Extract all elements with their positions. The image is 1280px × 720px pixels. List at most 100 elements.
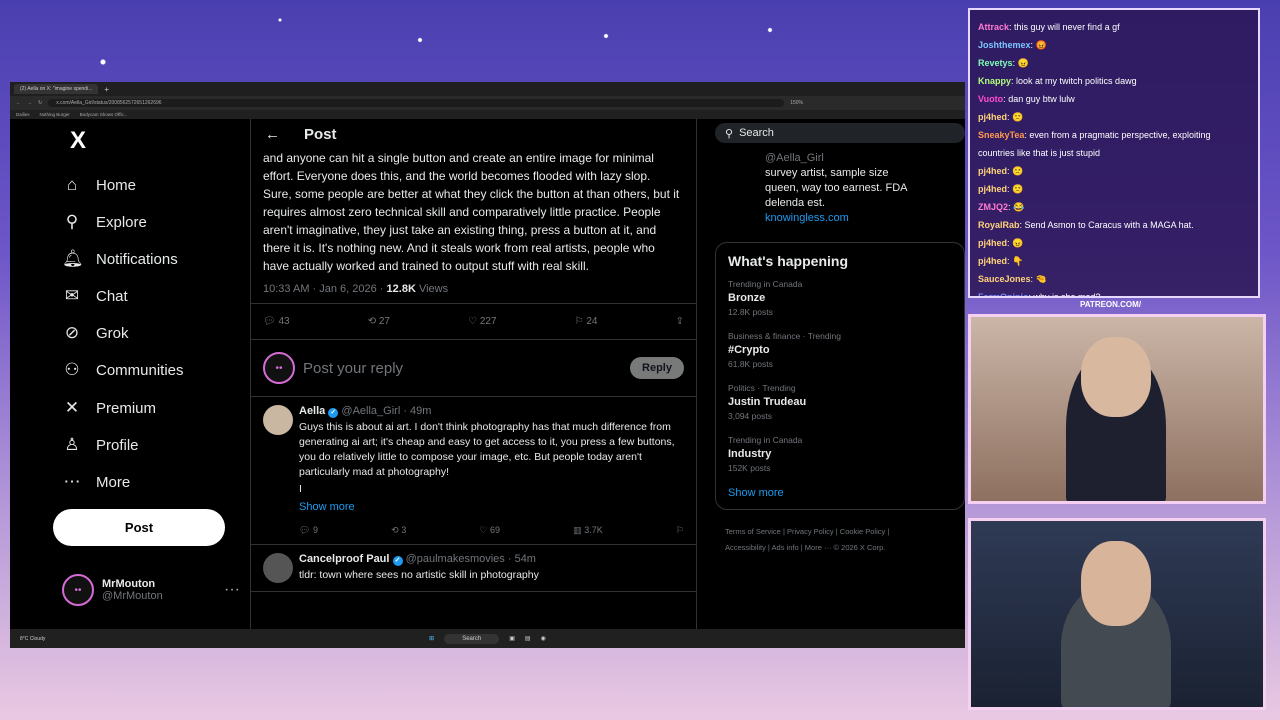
nav-item-premium[interactable]: ✕ Premium (62, 398, 156, 418)
reply-action[interactable]: 💬︎ 9 (299, 525, 318, 536)
nav-item-notifications[interactable]: 🔔︎ Notifications (62, 249, 178, 269)
footer-link[interactable]: Terms of Service (725, 527, 781, 536)
x-logo[interactable]: X (70, 127, 86, 155)
chat-username[interactable]: Revetys (978, 58, 1013, 68)
show-more-link[interactable]: Show more (299, 501, 684, 513)
post-button[interactable]: Post (53, 509, 225, 546)
footer-link[interactable]: Accessibility (725, 543, 766, 552)
chat-username[interactable]: SneakyTea (978, 130, 1024, 140)
trend-item[interactable]: Business & finance · Trending #Crypto 61.8… (728, 331, 952, 369)
chat-username[interactable]: Joshthemex (978, 40, 1031, 50)
post-paragraph: Sure, some people are better at what the… (263, 187, 680, 273)
views-label: Views (415, 283, 449, 295)
footer-link[interactable]: Cookie Policy (840, 527, 885, 536)
show-more-link[interactable]: Show more (728, 487, 952, 499)
nav-item-profile[interactable]: ♙ Profile (62, 435, 138, 455)
bookmark-icon[interactable]: ⚐ (676, 525, 684, 536)
trend-item[interactable]: Politics · Trending Justin Trudeau 3,094 p… (728, 383, 952, 421)
forward-icon[interactable]: → (27, 100, 32, 106)
app-icon[interactable]: ▣ (509, 635, 515, 642)
more-icon: ⋯ (63, 472, 81, 491)
taskbar-search[interactable]: Search (444, 633, 500, 644)
chat-text: 🤏 (1035, 274, 1047, 284)
chat-text: 🙁 (1012, 166, 1024, 176)
footer-link[interactable]: More ··· (805, 543, 832, 552)
start-icon[interactable]: ⊞ (429, 635, 434, 642)
back-arrow-icon[interactable]: ← (265, 126, 280, 143)
reply-button[interactable]: Reply (630, 357, 684, 379)
chat-username[interactable]: pj4hed (978, 256, 1007, 266)
tweet-author: Cancelproof Paul ✓ @paulmakesmovies · 54… (299, 553, 684, 566)
chat-message: pj4hed: 😠 (978, 238, 1024, 248)
url-field[interactable]: x.com/Aella_Girl/status/2008562572651262… (48, 99, 785, 107)
more-options-icon[interactable]: ··· (224, 581, 240, 599)
reply-tweet[interactable]: Cancelproof Paul ✓ @paulmakesmovies · 54… (251, 545, 696, 592)
footer-link[interactable]: Ads info (772, 543, 799, 552)
post-timestamp[interactable]: 10:33 AM · Jan 6, 2026 · (263, 283, 387, 295)
trend-title: Industry (728, 448, 772, 460)
chat-username[interactable]: pj4hed (978, 166, 1007, 176)
reply-input[interactable]: Post your reply (303, 360, 622, 377)
chat-username[interactable]: RoyalRab (978, 220, 1020, 230)
zoom-indicator[interactable]: 150% (790, 100, 803, 106)
bookmark-action[interactable]: ⚐ 24 (575, 316, 598, 327)
weather-widget[interactable]: 8°C Cloudy (20, 636, 45, 642)
chat-text: this guy will never find a gf (1014, 22, 1120, 32)
nav-item-more[interactable]: ⋯ More (62, 472, 131, 492)
nav-item-explore[interactable]: ⚲ Explore (62, 212, 147, 232)
chat-username[interactable]: FarmOpinio (978, 292, 1029, 296)
trend-item[interactable]: Trending in Canada Industry 152K posts (728, 435, 952, 473)
views-count: 12.8K (386, 283, 416, 295)
avatar[interactable] (263, 553, 293, 583)
share-icon[interactable]: ⇪ (676, 316, 684, 327)
search-input[interactable]: ⚲ Search (715, 123, 965, 143)
chat-username[interactable]: ZMJQ2 (978, 202, 1008, 212)
chat-username[interactable]: Attrack (978, 22, 1009, 32)
trend-title: #Crypto (728, 344, 770, 356)
bookmark-item[interactable]: Dailies (16, 112, 30, 117)
account-switcher[interactable]: •• MrMouton @MrMouton ··· (62, 574, 240, 606)
bookmark-item[interactable]: Nothing Burger (40, 112, 70, 117)
chat-username[interactable]: pj4hed (978, 238, 1007, 248)
bookmark-item[interactable]: Bodycam Shows Offic... (80, 112, 128, 117)
browser-tab[interactable]: (2) Aella on X: "imagine spendi... (14, 84, 99, 94)
app-icon[interactable]: ◉ (541, 635, 546, 642)
avatar[interactable] (263, 405, 293, 435)
trend-item[interactable]: Trending in Canada Bronze 12.8K posts (728, 279, 952, 317)
views-action[interactable]: ▥ 3.7K (573, 525, 603, 536)
back-icon[interactable]: ← (16, 100, 21, 106)
bio-link[interactable]: knowingless.com (765, 212, 849, 224)
author-name[interactable]: Aella (299, 405, 325, 417)
nav-item-communities[interactable]: ⚇ Communities (62, 360, 183, 380)
repost-action[interactable]: ⟲ 3 (391, 525, 406, 536)
new-tab-icon[interactable]: + (104, 85, 109, 94)
trend-count: 12.8K posts (728, 307, 773, 317)
chat-username[interactable]: SauceJones (978, 274, 1031, 284)
chat-username[interactable]: pj4hed (978, 184, 1007, 194)
bell-icon: 🔔︎ (62, 249, 84, 268)
chat-message: Knappy: look at my twitch politics dawg (978, 76, 1137, 86)
nav-item-chat[interactable]: ✉ Chat (62, 286, 128, 306)
repost-action[interactable]: ⟲ 27 (368, 316, 390, 327)
chat-message: pj4hed: 🙁 (978, 166, 1024, 176)
reply-action[interactable]: 💬︎ 43 (263, 316, 290, 327)
chat-username[interactable]: pj4hed (978, 112, 1007, 122)
reply-tweet[interactable]: Aella ✓ @Aella_Girl · 49m Guys this is a… (251, 397, 696, 545)
windows-taskbar: 8°C Cloudy ⊞ Search ▣ ▤ ◉ (10, 629, 965, 648)
like-action[interactable]: ♡ 227 (468, 316, 496, 327)
nav-label: Notifications (96, 250, 178, 268)
footer-link[interactable]: Privacy Policy (787, 527, 834, 536)
mail-icon: ✉ (64, 286, 80, 305)
like-action[interactable]: ♡ 69 (479, 525, 500, 536)
app-icon[interactable]: ▤ (525, 635, 531, 642)
repost-count: 3 (401, 525, 407, 535)
heart-icon: ♡ (468, 316, 480, 327)
reload-icon[interactable]: ↻ (38, 100, 42, 106)
nav-item-home[interactable]: ⌂ Home (62, 175, 136, 195)
chat-message: FarmOpinio: why is she mad? (978, 288, 1250, 296)
x-page: X ⌂ Home ⚲ Explore 🔔︎ Notifications ✉ Chat ⊘… (10, 119, 965, 629)
nav-item-grok[interactable]: ⊘ Grok (62, 323, 129, 343)
author-name[interactable]: Cancelproof Paul (299, 553, 389, 565)
chat-username[interactable]: Vuoto (978, 94, 1003, 104)
chat-username[interactable]: Knappy (978, 76, 1011, 86)
